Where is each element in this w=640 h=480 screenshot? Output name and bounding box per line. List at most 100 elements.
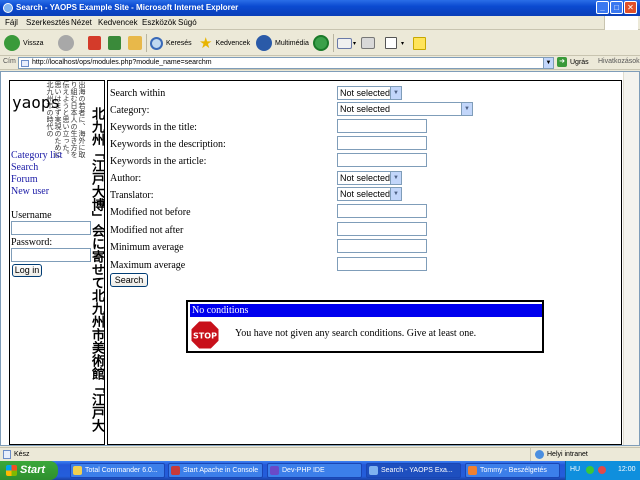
modified-not-before-input[interactable] bbox=[337, 204, 427, 218]
notes-button[interactable] bbox=[413, 34, 426, 52]
menu-file[interactable]: Fájl bbox=[5, 18, 18, 27]
taskbar-item[interactable]: Total Commander 6.0... bbox=[70, 463, 165, 478]
mail-button[interactable]: ▾ bbox=[337, 34, 356, 52]
search-button[interactable]: Keresés bbox=[150, 34, 192, 52]
windows-logo-icon bbox=[604, 16, 638, 30]
title-keywords-input[interactable] bbox=[337, 119, 427, 133]
edit-icon bbox=[385, 37, 397, 49]
toolbar: Vissza Keresés ★ Kedvencek Multimédia ▾ … bbox=[0, 30, 640, 56]
minimize-button[interactable]: _ bbox=[596, 1, 609, 14]
username-input[interactable] bbox=[11, 221, 91, 235]
media-button[interactable]: Multimédia bbox=[256, 34, 309, 52]
page-done-icon bbox=[3, 450, 11, 459]
address-label: Cím bbox=[3, 58, 16, 65]
dropdown-arrow-icon: ▾ bbox=[353, 40, 357, 47]
dialog-title: No conditions bbox=[190, 304, 542, 317]
search-submit-button[interactable]: Search bbox=[110, 273, 148, 287]
app-icon bbox=[171, 466, 180, 475]
search-form: Search within Not selected ▼ Category: No… bbox=[107, 80, 622, 445]
password-input[interactable] bbox=[11, 248, 91, 262]
menu-tools[interactable]: Eszközök bbox=[142, 18, 176, 27]
field-label: Category: bbox=[110, 105, 150, 116]
system-tray: HU 12:00 bbox=[565, 461, 640, 480]
taskbar-item[interactable]: Dev-PHP IDE bbox=[267, 463, 362, 478]
svg-text:STOP: STOP bbox=[193, 332, 217, 341]
modified-not-after-input[interactable] bbox=[337, 222, 427, 236]
vertical-scrollbar[interactable] bbox=[623, 72, 639, 445]
sidebar: 出海の若者に、海外に取り組む日本人の生き方を伝えようと思い立った。思いはまず実現… bbox=[9, 80, 105, 445]
author-select[interactable]: Not selected ▼ bbox=[337, 171, 402, 185]
menu-view[interactable]: Nézet bbox=[71, 18, 92, 27]
maximum-average-input[interactable] bbox=[337, 257, 427, 271]
field-label: Keywords in the title: bbox=[110, 122, 197, 133]
minimum-average-input[interactable] bbox=[337, 239, 427, 253]
address-input[interactable]: http://localhost/ops/modules.php?module_… bbox=[18, 57, 554, 69]
start-button[interactable]: Start bbox=[0, 461, 58, 480]
nav-forum[interactable]: Forum bbox=[11, 174, 38, 185]
stop-sign-icon: STOP bbox=[190, 320, 220, 350]
tray-icon[interactable] bbox=[598, 466, 606, 474]
go-button[interactable]: ➜ Ugrás bbox=[557, 57, 589, 67]
links-bar[interactable]: Hivatkozások bbox=[598, 58, 640, 65]
field-label: Translator: bbox=[110, 190, 154, 201]
vertical-banner-text: 北九州「江戸大博」会に寄せて北九州市美術館「江戸大 bbox=[89, 107, 104, 432]
edit-button[interactable]: ▾ bbox=[385, 34, 404, 52]
ie-icon bbox=[3, 3, 13, 13]
nav-new-user[interactable]: New user bbox=[11, 186, 49, 197]
maximize-button[interactable]: □ bbox=[610, 1, 623, 14]
search-icon bbox=[150, 36, 163, 50]
toolbar-separator bbox=[146, 34, 147, 52]
windows-flag-icon bbox=[6, 465, 17, 476]
ie-icon bbox=[369, 466, 378, 475]
page-icon bbox=[21, 60, 29, 67]
stop-button[interactable] bbox=[88, 34, 101, 52]
address-dropdown-icon[interactable]: ▼ bbox=[543, 58, 553, 68]
print-icon bbox=[361, 37, 375, 49]
forward-arrow-icon bbox=[58, 35, 74, 51]
window-title: Search - YAOPS Example Site - Microsoft … bbox=[16, 3, 239, 12]
back-button[interactable]: Vissza bbox=[4, 34, 44, 52]
forward-button[interactable] bbox=[58, 34, 74, 52]
field-label: Minimum average bbox=[110, 242, 184, 253]
menu-help[interactable]: Súgó bbox=[178, 18, 197, 27]
field-label: Keywords in the article: bbox=[110, 156, 207, 167]
stop-icon bbox=[88, 36, 101, 50]
field-label: Maximum average bbox=[110, 260, 186, 271]
security-zone: Helyi intranet bbox=[530, 448, 588, 462]
menu-favorites[interactable]: Kedvencek bbox=[98, 18, 138, 27]
taskbar-item[interactable]: Search - YAOPS Exa... bbox=[366, 463, 461, 478]
home-button[interactable] bbox=[128, 34, 142, 52]
tray-icon[interactable] bbox=[586, 466, 594, 474]
translator-select[interactable]: Not selected ▼ bbox=[337, 187, 402, 201]
taskbar-item[interactable]: Start Apache in Console bbox=[168, 463, 263, 478]
site-logo: yaops bbox=[12, 93, 61, 112]
history-icon bbox=[313, 35, 329, 51]
dialog-message: You have not given any search conditions… bbox=[235, 328, 477, 339]
menu-edit[interactable]: Szerkesztés bbox=[26, 18, 70, 27]
address-bar: Cím http://localhost/ops/modules.php?mod… bbox=[0, 56, 640, 70]
print-button[interactable] bbox=[361, 34, 375, 52]
toolbar-separator bbox=[333, 34, 334, 52]
close-button[interactable]: ✕ bbox=[624, 1, 637, 14]
home-icon bbox=[128, 36, 142, 50]
field-label: Modified not after bbox=[110, 225, 184, 236]
search-within-select[interactable]: Not selected ▼ bbox=[337, 86, 402, 100]
language-indicator[interactable]: HU bbox=[570, 466, 580, 473]
status-bar: Kész Helyi intranet bbox=[0, 447, 640, 462]
chevron-down-icon: ▼ bbox=[390, 87, 401, 99]
chevron-down-icon: ▼ bbox=[390, 188, 401, 200]
login-button[interactable]: Log in bbox=[12, 264, 42, 277]
chat-icon bbox=[468, 466, 477, 475]
history-button[interactable] bbox=[313, 34, 329, 52]
nav-search[interactable]: Search bbox=[11, 162, 38, 173]
app-icon bbox=[73, 466, 82, 475]
taskbar-item[interactable]: Tommy - Beszélgetés bbox=[465, 463, 560, 478]
description-keywords-input[interactable] bbox=[337, 136, 427, 150]
refresh-button[interactable] bbox=[108, 34, 121, 52]
chevron-down-icon: ▼ bbox=[461, 103, 472, 115]
category-select[interactable]: Not selected ▼ bbox=[337, 102, 473, 116]
favorites-button[interactable]: ★ Kedvencek bbox=[199, 34, 250, 52]
article-keywords-input[interactable] bbox=[337, 153, 427, 167]
nav-category-list[interactable]: Category list bbox=[11, 150, 62, 161]
address-url: http://localhost/ops/modules.php?module_… bbox=[32, 59, 212, 66]
